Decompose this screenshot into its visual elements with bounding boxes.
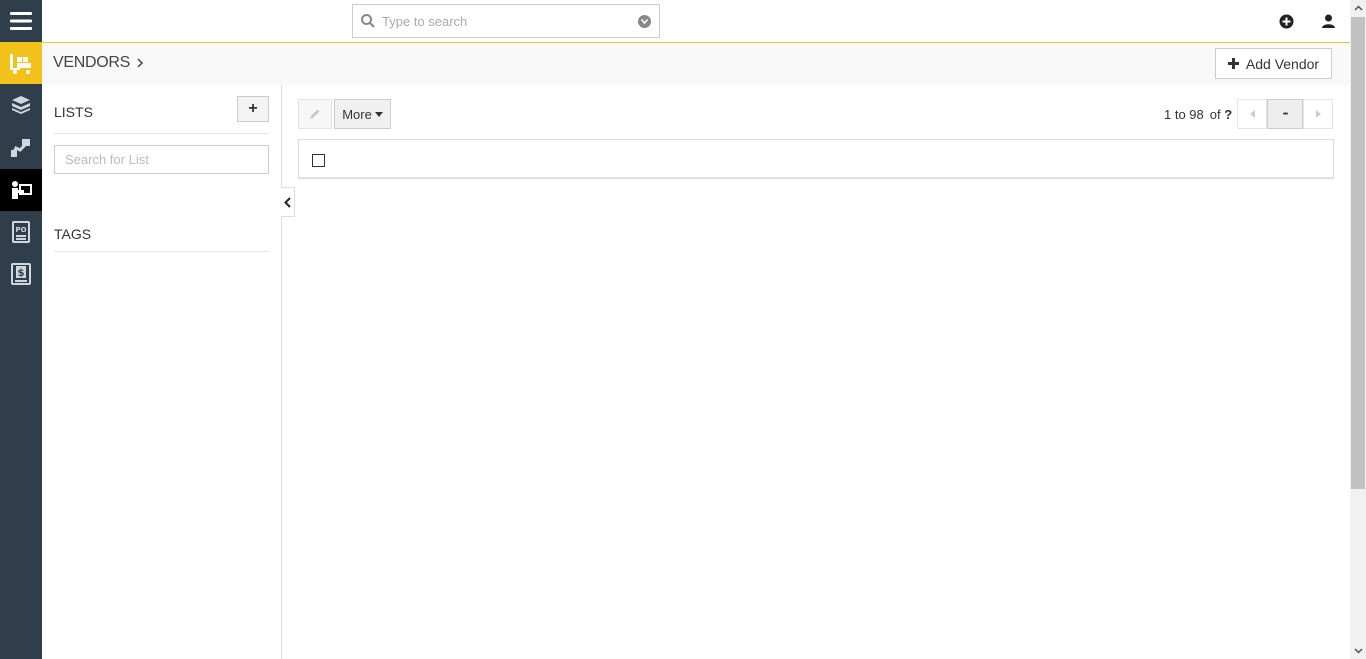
vendor-icon (12, 181, 32, 199)
add-vendor-label: Add Vendor (1245, 55, 1320, 72)
divider (54, 251, 269, 252)
svg-text:PO: PO (15, 226, 26, 234)
global-search-input[interactable] (382, 13, 638, 29)
pencil-icon (310, 109, 320, 119)
rail-item-receiving[interactable] (0, 127, 42, 169)
rail-item-billing[interactable]: $ (0, 253, 42, 295)
chevron-right-icon (137, 58, 144, 68)
pagination-range: 1 to 98 (1164, 107, 1204, 122)
plus-circle-icon (1279, 14, 1293, 28)
purchase-order-icon: PO (12, 221, 30, 243)
page-header: VENDORS Add Vendor (42, 43, 1350, 85)
vendors-table-header (298, 139, 1334, 178)
caret-left-icon (1249, 110, 1255, 118)
scroll-up-button[interactable] (1350, 0, 1366, 16)
search-dropdown-icon[interactable] (638, 14, 651, 28)
edit-button[interactable] (298, 99, 332, 129)
global-search[interactable] (352, 4, 660, 38)
scroll-down-button[interactable] (1350, 643, 1366, 659)
rail-item-purchase-orders[interactable]: PO (0, 211, 42, 253)
hamburger-menu-button[interactable] (0, 0, 42, 42)
more-label: More (342, 106, 372, 122)
arrow-up-icon (1353, 5, 1363, 11)
breadcrumb: VENDORS (53, 54, 144, 72)
pagination-of: of (1209, 107, 1221, 122)
menu-icon (10, 12, 32, 30)
caret-down-icon (374, 111, 383, 117)
lists-title: LISTS (54, 104, 93, 120)
add-list-button[interactable]: + (237, 96, 269, 122)
list-search-input[interactable] (54, 145, 269, 174)
pagination-summary: 1 to 98 of ? (1164, 107, 1232, 122)
top-bar (42, 0, 1350, 43)
forklift-icon (10, 54, 31, 74)
tags-title: TAGS (54, 226, 92, 242)
search-icon (361, 14, 375, 28)
rail-item-inventory[interactable] (0, 84, 42, 126)
pagination-total: ? (1224, 107, 1233, 122)
select-all-checkbox[interactable] (312, 154, 325, 167)
next-page-button[interactable] (1303, 99, 1333, 129)
chevron-left-icon (284, 196, 291, 208)
page-options-button[interactable]: ••• (1267, 99, 1303, 129)
svg-text:$: $ (18, 268, 25, 279)
left-nav-rail: PO $ (0, 0, 42, 659)
add-new-button[interactable] (1278, 13, 1294, 29)
hand-truck-icon (10, 139, 30, 157)
divider (54, 133, 269, 134)
scrollbar-thumb[interactable] (1351, 17, 1365, 489)
user-icon (1321, 14, 1335, 28)
invoice-icon: $ (11, 263, 31, 285)
user-menu-button[interactable] (1320, 13, 1336, 29)
more-dropdown-button[interactable]: More (334, 99, 391, 129)
boxes-icon (12, 96, 30, 114)
add-vendor-button[interactable]: Add Vendor (1215, 48, 1332, 79)
collapse-panel-button[interactable] (281, 187, 295, 217)
plus-icon (1227, 58, 1239, 69)
page-title: VENDORS (53, 54, 131, 71)
rail-item-warehouse[interactable] (0, 42, 42, 84)
arrow-down-icon (1353, 648, 1363, 654)
ellipsis-icon: ••• (1282, 110, 1288, 118)
rail-item-vendors[interactable] (0, 169, 42, 211)
caret-right-icon (1315, 110, 1321, 118)
prev-page-button[interactable] (1237, 99, 1267, 129)
lists-panel: LISTS + TAGS (42, 85, 282, 659)
